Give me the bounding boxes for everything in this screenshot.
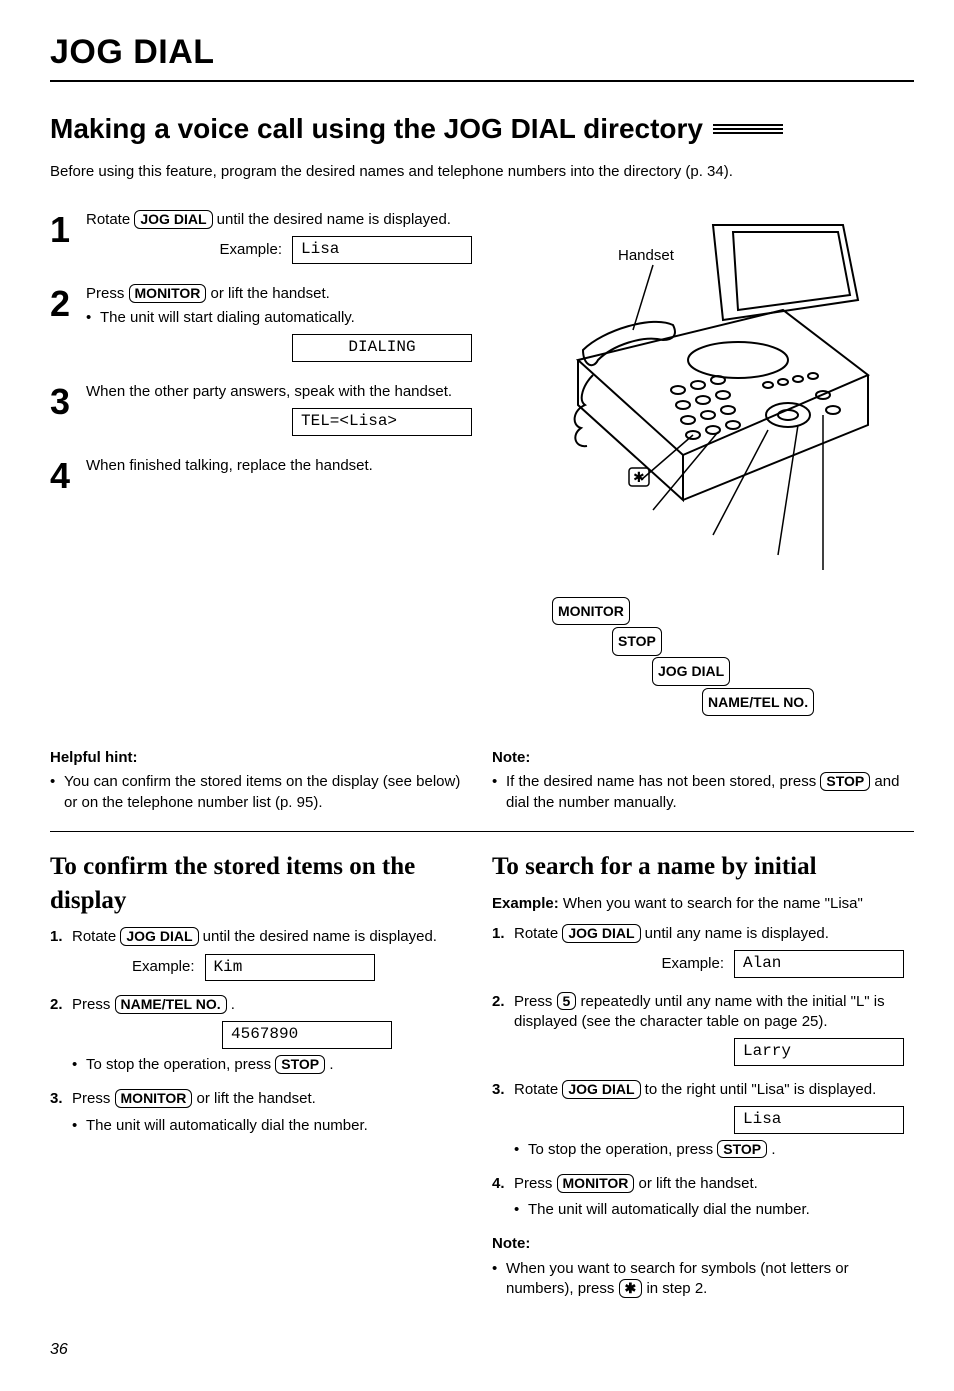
- title-underline-icon: [713, 124, 783, 134]
- text-after: .: [231, 996, 235, 1013]
- bullet-after: .: [329, 1056, 333, 1073]
- star-key-button: ✱: [619, 1279, 643, 1298]
- note-title: Note:: [492, 1234, 914, 1254]
- stop-button: STOP: [717, 1140, 767, 1159]
- jog-dial-label-icon: JOG DIAL: [652, 657, 730, 686]
- confirm-step-3: Press MONITOR or lift the handset. The u…: [50, 1089, 472, 1136]
- lcd-display: TEL=<Lisa>: [292, 408, 472, 436]
- page-title-text: Making a voice call using the JOG DIAL d…: [50, 110, 703, 148]
- confirm-section-title: To confirm the stored items on the displ…: [50, 850, 472, 918]
- lcd-display: 4567890: [222, 1021, 392, 1049]
- step-1-text-after: until the desired name is displayed.: [217, 211, 451, 228]
- confirm-step-2: Press NAME/TEL NO. . 4567890 To stop the…: [50, 995, 472, 1075]
- text-before: Rotate: [514, 925, 562, 942]
- key-5-button: 5: [557, 992, 577, 1011]
- text-before: Press: [514, 1175, 557, 1192]
- text-before: Press: [514, 993, 557, 1010]
- chapter-title: JOG DIAL: [50, 30, 914, 82]
- step-2-text-before: Press: [86, 285, 129, 302]
- step-4: 4 When finished talking, replace the han…: [50, 456, 472, 494]
- jog-dial-button: JOG DIAL: [120, 927, 198, 946]
- lcd-display: Lisa: [292, 236, 472, 264]
- monitor-button: MONITOR: [115, 1089, 193, 1108]
- example-label: Example:: [492, 895, 559, 912]
- step-1-text-before: Rotate: [86, 211, 134, 228]
- helpful-hint: Helpful hint: You can confirm the stored…: [50, 748, 472, 813]
- fax-machine-illustration: Handset ✱ MONITOR STOP JOG DIAL NAME/TEL…: [492, 210, 914, 718]
- page-title: Making a voice call using the JOG DIAL d…: [50, 110, 914, 148]
- confirm-step-1: Rotate JOG DIAL until the desired name i…: [50, 927, 472, 981]
- svg-text:✱: ✱: [633, 469, 645, 485]
- note-2: Note: When you want to search for symbol…: [492, 1234, 914, 1299]
- search-step-1: Rotate JOG DIAL until any name is displa…: [492, 924, 914, 978]
- divider: [50, 831, 914, 832]
- stop-button: STOP: [275, 1055, 325, 1074]
- step-4-text: When finished talking, replace the hands…: [86, 456, 472, 476]
- note-title: Note:: [492, 748, 914, 768]
- step-number: 2: [50, 284, 86, 362]
- monitor-button: MONITOR: [557, 1174, 635, 1193]
- example-desc: When you want to search for the name "Li…: [563, 895, 863, 912]
- step-2-bullet: The unit will start dialing automaticall…: [86, 308, 472, 328]
- stop-button: STOP: [820, 772, 870, 791]
- lcd-display: Lisa: [734, 1106, 904, 1134]
- step-number: 3: [50, 382, 86, 436]
- hint-text: You can confirm the stored items on the …: [50, 772, 472, 813]
- search-section-title: To search for a name by initial: [492, 850, 914, 884]
- monitor-button: MONITOR: [129, 284, 207, 303]
- hint-title: Helpful hint:: [50, 748, 472, 768]
- step-3: 3 When the other party answers, speak wi…: [50, 382, 472, 436]
- search-step-4: Press MONITOR or lift the handset. The u…: [492, 1174, 914, 1221]
- name-tel-label-icon: NAME/TEL NO.: [702, 688, 814, 717]
- text-before: Rotate: [514, 1081, 562, 1098]
- lcd-display: Larry: [734, 1038, 904, 1066]
- note-text-before: If the desired name has not been stored,…: [506, 773, 820, 790]
- bullet-before: To stop the operation, press: [86, 1056, 275, 1073]
- jog-dial-button: JOG DIAL: [134, 210, 212, 229]
- text-after: until the desired name is displayed.: [203, 928, 437, 945]
- search-step-2: Press 5 repeatedly until any name with t…: [492, 992, 914, 1066]
- example-label: Example:: [132, 957, 195, 977]
- intro-text: Before using this feature, program the d…: [50, 162, 914, 182]
- page-number: 36: [50, 1339, 914, 1361]
- lcd-display: DIALING: [292, 334, 472, 362]
- text-before: Rotate: [72, 928, 120, 945]
- handset-label: Handset: [618, 247, 675, 264]
- search-step-3: Rotate JOG DIAL to the right until "Lisa…: [492, 1080, 914, 1160]
- step-number: 4: [50, 456, 86, 494]
- text-after: or lift the handset.: [639, 1175, 758, 1192]
- text-before: Press: [72, 1090, 115, 1107]
- text-after: until any name is displayed.: [645, 925, 829, 942]
- lcd-display: Kim: [205, 954, 375, 982]
- stop-label-icon: STOP: [612, 627, 662, 656]
- step-2-text-after: or lift the handset.: [211, 285, 330, 302]
- bullet-after: .: [771, 1141, 775, 1158]
- bullet-text: The unit will automatically dial the num…: [514, 1200, 914, 1220]
- text-after: to the right until "Lisa" is displayed.: [645, 1081, 877, 1098]
- text-before: Press: [72, 996, 115, 1013]
- step-1: 1 Rotate JOG DIAL until the desired name…: [50, 210, 472, 264]
- bullet-text: The unit will automatically dial the num…: [72, 1116, 472, 1136]
- bullet-before: To stop the operation, press: [528, 1141, 717, 1158]
- monitor-label-icon: MONITOR: [552, 597, 630, 626]
- jog-dial-button: JOG DIAL: [562, 1080, 640, 1099]
- step-3-text: When the other party answers, speak with…: [86, 382, 472, 402]
- lcd-display: Alan: [734, 950, 904, 978]
- example-label: Example:: [219, 240, 282, 260]
- note-block: Note: If the desired name has not been s…: [492, 748, 914, 813]
- text-after: or lift the handset.: [197, 1090, 316, 1107]
- example-label: Example:: [661, 954, 724, 974]
- jog-dial-button: JOG DIAL: [562, 924, 640, 943]
- name-tel-button: NAME/TEL NO.: [115, 995, 227, 1014]
- note-after: in step 2.: [646, 1280, 707, 1297]
- step-number: 1: [50, 210, 86, 264]
- step-2: 2 Press MONITOR or lift the handset. The…: [50, 284, 472, 362]
